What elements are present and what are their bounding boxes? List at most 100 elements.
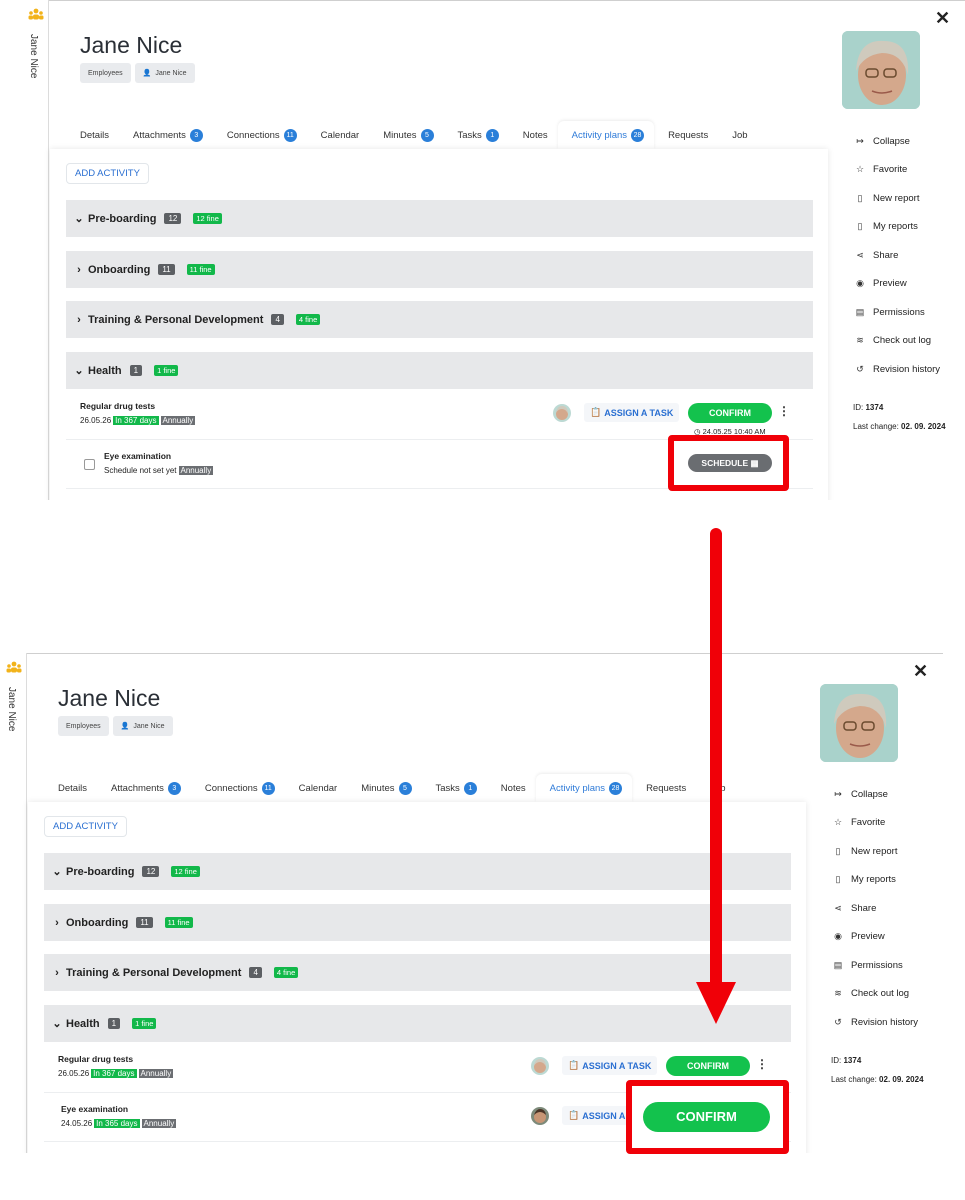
due-tag: In 367 days — [91, 1069, 137, 1078]
menu-collapse[interactable]: ↦ Collapse — [855, 127, 940, 156]
collapse-icon: ↦ — [856, 135, 864, 146]
section-pre-boarding[interactable]: ⌄ Pre-boarding 12 12 fine — [44, 853, 791, 890]
record-id: ID: 1374 — [853, 403, 884, 412]
user-icon: 👤 — [142, 70, 152, 77]
user-icon: 👤 — [120, 723, 130, 730]
confirm-button[interactable]: CONFIRM — [688, 403, 772, 423]
menu-permissions[interactable]: ▤ Permissions — [833, 951, 918, 980]
tab-activity-plans[interactable]: Activity plans 28 — [535, 774, 633, 802]
chip-employees[interactable]: Employees — [80, 63, 131, 83]
add-activity-button[interactable]: ADD ACTIVITY — [66, 163, 149, 184]
tab-details[interactable]: Details — [44, 774, 97, 802]
avatar-image — [553, 404, 571, 422]
section-training[interactable]: › Training & Personal Development 4 4 fi… — [66, 301, 813, 338]
activity-title: Regular drug tests — [80, 401, 156, 411]
assignee-avatar[interactable] — [553, 404, 571, 422]
section-onboarding[interactable]: › Onboarding 11 11 fine — [44, 904, 791, 941]
tab-minutes[interactable]: Minutes 5 — [347, 774, 421, 802]
tab-notes[interactable]: Notes — [509, 121, 558, 149]
menu-favorite[interactable]: ☆ Favorite — [855, 156, 940, 185]
tab-job[interactable]: Job — [718, 121, 757, 149]
chevron-down-icon: ⌄ — [74, 365, 84, 377]
tab-connections[interactable]: Connections 11 — [213, 121, 307, 149]
activity-subline: Schedule not set yet Annually — [104, 466, 214, 475]
section-health[interactable]: ⌄ Health 1 1 fine — [66, 352, 813, 389]
fine-badge: 12 fine — [171, 866, 200, 877]
tab-requests[interactable]: Requests — [632, 774, 696, 802]
star-icon: ☆ — [833, 817, 843, 828]
menu-permissions[interactable]: ▤ Permissions — [855, 298, 940, 327]
chevron-down-icon: ⌄ — [52, 866, 62, 878]
transition-arrow-head — [696, 982, 736, 1024]
menu-new-report[interactable]: ▯ New report — [855, 184, 940, 213]
tab-tasks[interactable]: Tasks 1 — [444, 121, 509, 149]
panel-after: Jane Nice ✕ Jane Nice Employees 👤 Jane Ni… — [0, 653, 943, 1153]
frequency-tag: Annually — [138, 1069, 174, 1078]
menu-favorite[interactable]: ☆ Favorite — [833, 809, 918, 838]
record-rail: Jane Nice — [22, 0, 49, 500]
tab-badge: 11 — [283, 128, 297, 142]
section-pre-boarding[interactable]: ⌄ Pre-boarding 12 12 fine — [66, 200, 813, 237]
reports-icon: ▯ — [835, 874, 841, 885]
confirm-button[interactable]: CONFIRM — [666, 1056, 750, 1076]
assignee-avatar[interactable] — [531, 1057, 549, 1075]
confirm-button-enlarged[interactable]: CONFIRM — [643, 1102, 770, 1132]
menu-revision-history[interactable]: ↺ Revision history — [833, 1008, 918, 1037]
avatar — [842, 31, 920, 109]
new-report-icon: ▯ — [835, 845, 841, 856]
menu-new-report[interactable]: ▯ New report — [833, 837, 918, 866]
activity-checkbox[interactable] — [84, 459, 95, 470]
right-actions-menu: ↦ Collapse ☆ Favorite ▯ New report ▯ My repo… — [855, 127, 940, 384]
assign-task-button[interactable]: 📋 ASSIGN A TASK — [562, 1056, 658, 1075]
share-icon: ⋖ — [856, 249, 864, 260]
menu-collapse[interactable]: ↦ Collapse — [833, 780, 918, 809]
count-badge: 12 — [164, 213, 182, 224]
tab-minutes[interactable]: Minutes 5 — [369, 121, 443, 149]
more-options-icon[interactable]: ⋮ — [756, 1057, 768, 1071]
chip-person[interactable]: 👤 Jane Nice — [134, 63, 195, 83]
menu-share[interactable]: ⋖ Share — [855, 241, 940, 270]
tab-notes[interactable]: Notes — [487, 774, 536, 802]
tab-badge: 3 — [167, 781, 181, 795]
close-icon[interactable]: ✕ — [913, 661, 928, 682]
tab-activity-plans[interactable]: Activity plans 28 — [557, 121, 655, 149]
frequency-tag: Annually — [160, 416, 196, 425]
assign-task-button[interactable]: 📋 ASSIGN A TASK — [584, 403, 680, 422]
tab-details[interactable]: Details — [66, 121, 119, 149]
activity-title: Regular drug tests — [58, 1054, 134, 1064]
more-options-icon[interactable]: ⋮ — [778, 404, 790, 418]
section-training[interactable]: › Training & Personal Development 4 4 fi… — [44, 954, 791, 991]
assignee-avatar[interactable] — [531, 1107, 549, 1125]
menu-preview[interactable]: ◉ Preview — [855, 270, 940, 299]
menu-share[interactable]: ⋖ Share — [833, 894, 918, 923]
menu-preview[interactable]: ◉ Preview — [833, 923, 918, 952]
menu-my-reports[interactable]: ▯ My reports — [833, 866, 918, 895]
activity-title: Eye examination — [61, 1104, 129, 1114]
tab-badge: 28 — [631, 128, 645, 142]
page-title: Jane Nice — [80, 32, 183, 58]
menu-check-out-log[interactable]: ≋ Check out log — [855, 327, 940, 356]
clipboard-icon: 📋 — [568, 1060, 580, 1070]
tab-attachments[interactable]: Attachments 3 — [119, 121, 213, 149]
close-icon[interactable]: ✕ — [935, 8, 950, 29]
clipboard-icon: 📋 — [568, 1110, 580, 1120]
menu-my-reports[interactable]: ▯ My reports — [855, 213, 940, 242]
tab-calendar[interactable]: Calendar — [285, 774, 348, 802]
chip-employees[interactable]: Employees — [58, 716, 109, 736]
tab-attachments[interactable]: Attachments 3 — [97, 774, 191, 802]
section-onboarding[interactable]: › Onboarding 11 11 fine — [66, 251, 813, 288]
tab-connections[interactable]: Connections 11 — [191, 774, 285, 802]
section-health[interactable]: ⌄ Health 1 1 fine — [44, 1005, 791, 1042]
tab-tasks[interactable]: Tasks 1 — [422, 774, 487, 802]
count-badge: 1 — [107, 1018, 121, 1029]
tab-calendar[interactable]: Calendar — [307, 121, 370, 149]
add-activity-button[interactable]: ADD ACTIVITY — [44, 816, 127, 837]
right-actions-menu: ↦ Collapse ☆ Favorite ▯ New report ▯ My repo… — [833, 780, 918, 1037]
frequency-tag: Annually — [178, 466, 214, 475]
menu-check-out-log[interactable]: ≋ Check out log — [833, 980, 918, 1009]
menu-revision-history[interactable]: ↺ Revision history — [855, 355, 940, 384]
avatar-image — [531, 1107, 549, 1125]
tab-requests[interactable]: Requests — [654, 121, 718, 149]
chip-person[interactable]: 👤 Jane Nice — [112, 716, 173, 736]
tab-badge: 1 — [463, 781, 477, 795]
